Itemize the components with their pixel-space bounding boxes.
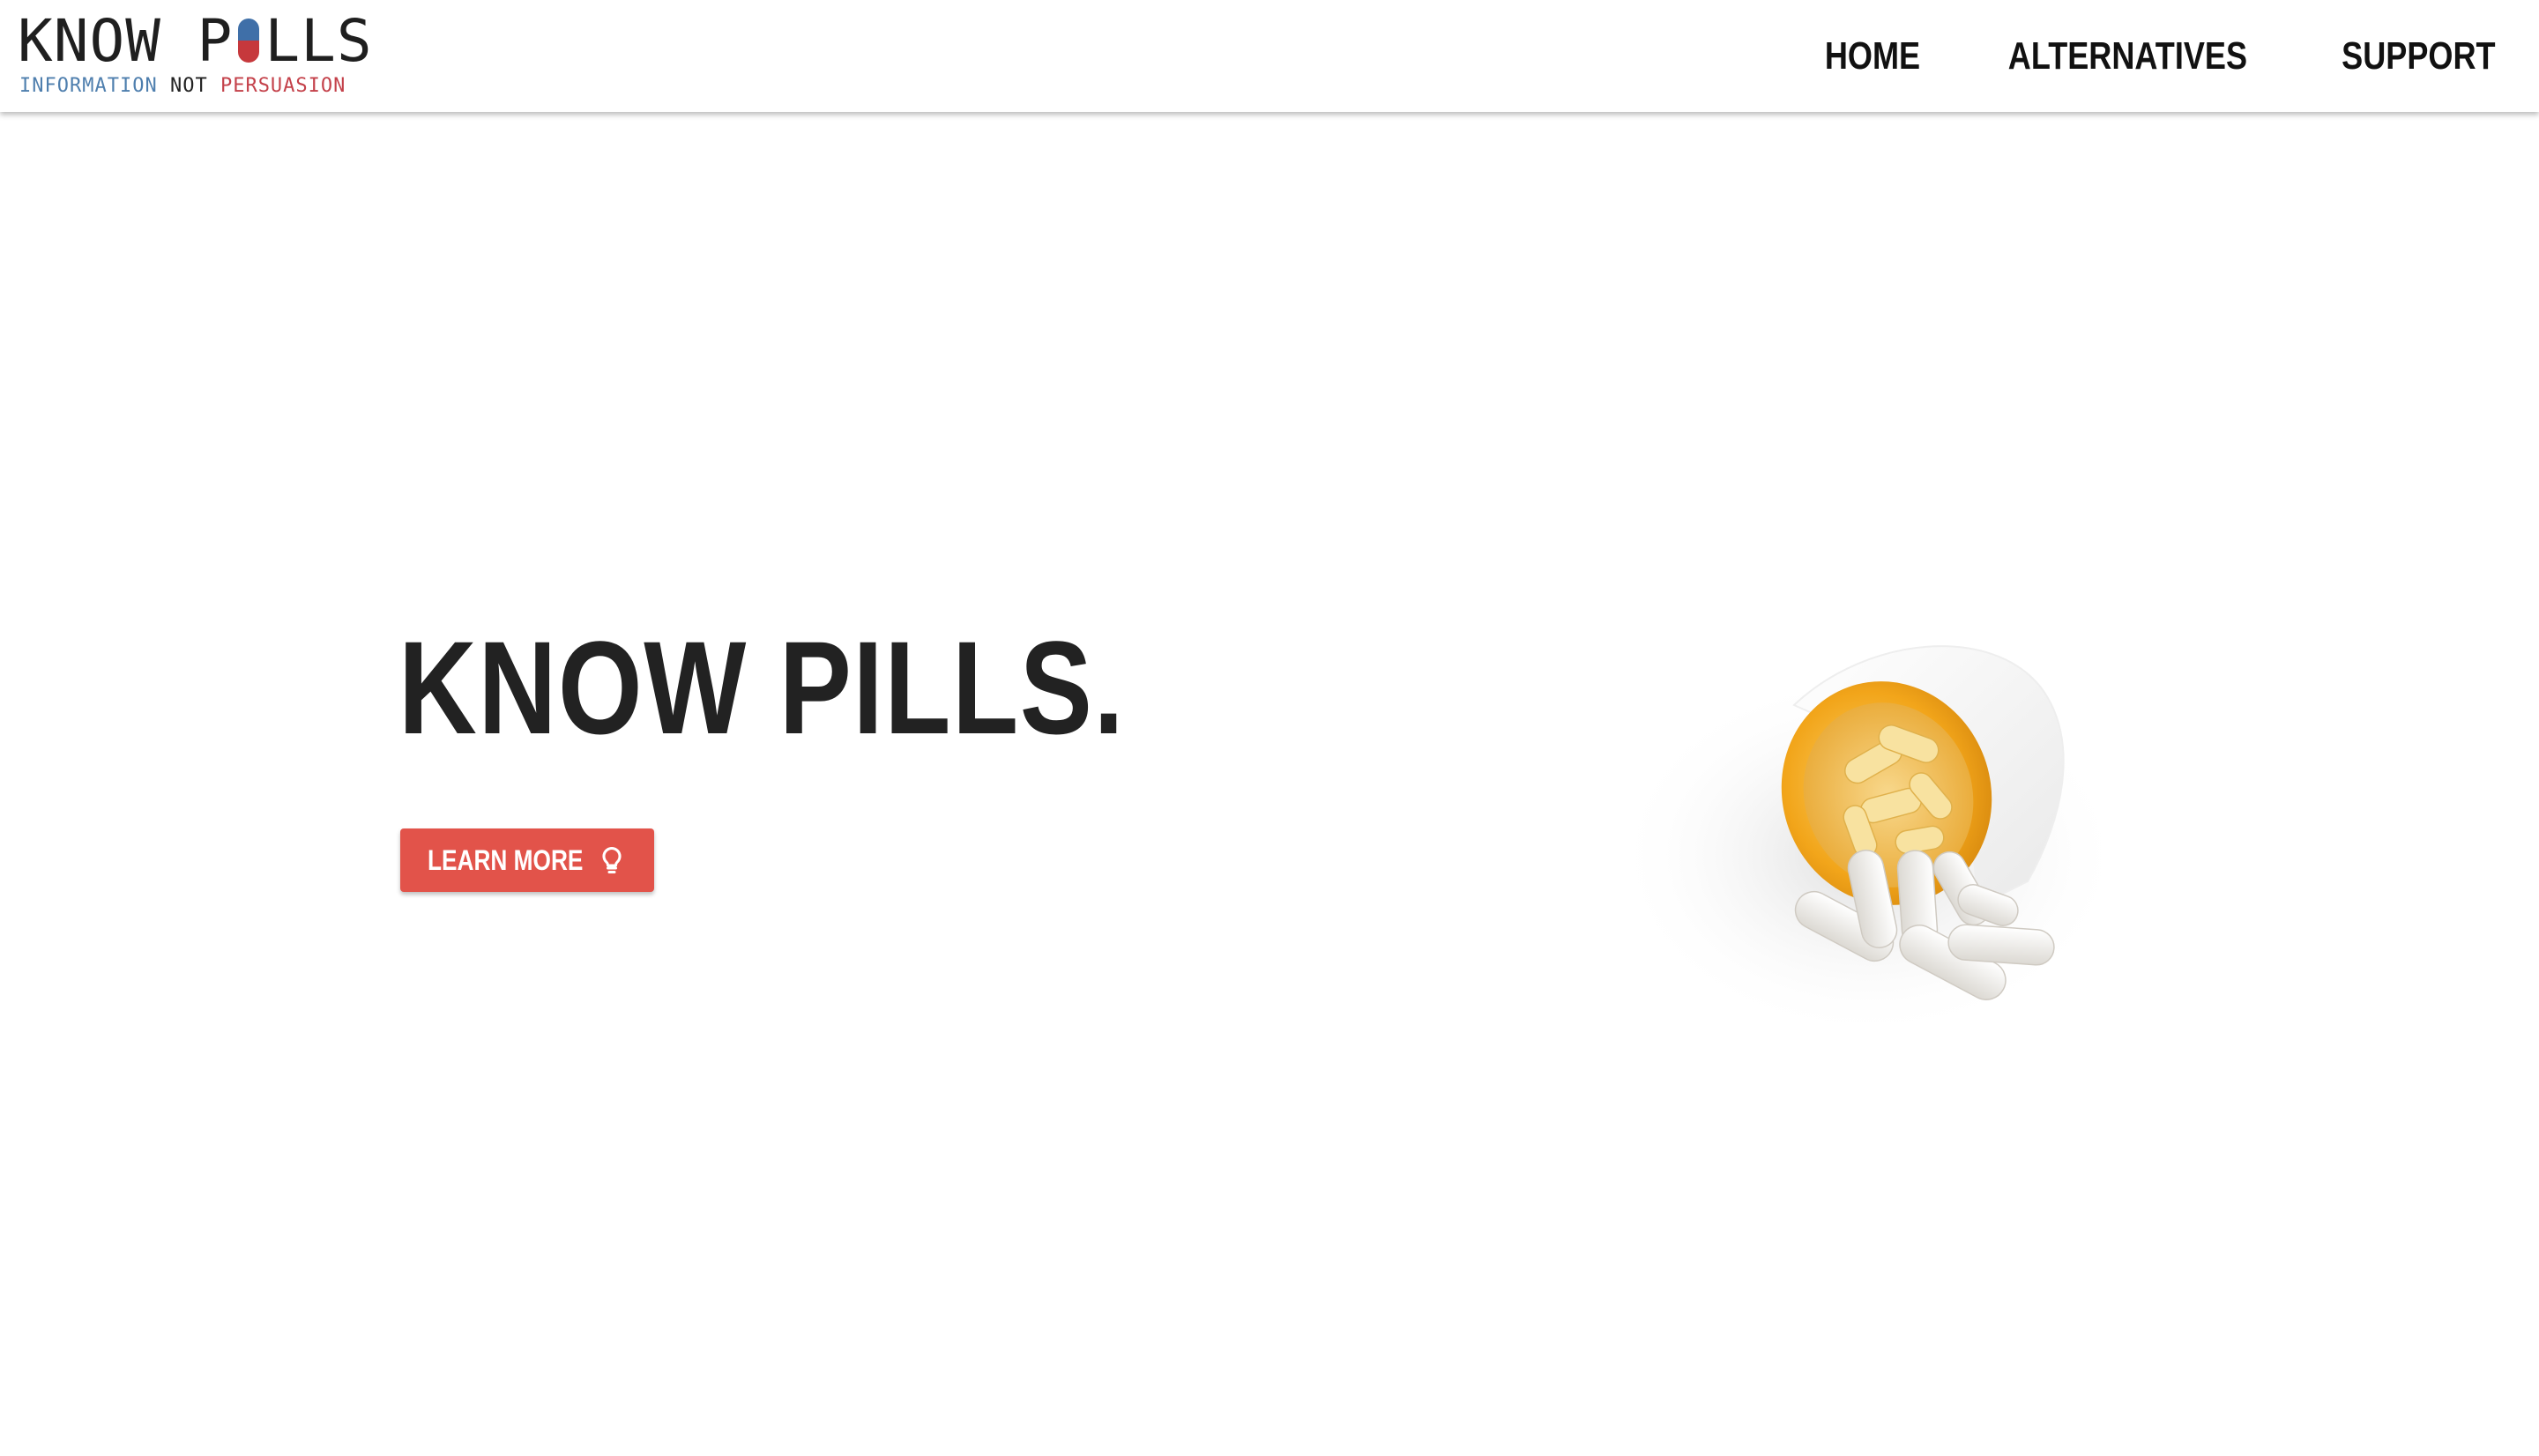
- logo-wordmark: KNOW P LLS: [18, 12, 373, 71]
- logo-tagline: INFORMATION NOT PERSUASION: [19, 76, 346, 97]
- tagline-not: NOT: [169, 75, 208, 97]
- hero-title: KNOW PILLS.: [398, 613, 1126, 761]
- site-header: KNOW P LLS INFORMATION NOT PERSUASION HOM…: [0, 0, 2539, 112]
- tagline-information: INFORMATION: [19, 75, 158, 97]
- lightbulb-icon: [602, 846, 622, 873]
- learn-more-button[interactable]: LEARN MORE: [400, 828, 654, 892]
- main-nav: HOME ALTERNATIVES SUPPORT: [1814, 30, 2513, 83]
- learn-more-label: LEARN MORE: [428, 844, 584, 876]
- nav-alternatives[interactable]: ALTERNATIVES: [2008, 30, 2247, 83]
- pill-i-icon: [238, 19, 260, 63]
- logo-title-left: KNOW P: [18, 7, 234, 75]
- pill-bottle-image: [1613, 645, 2125, 1040]
- nav-support[interactable]: SUPPORT: [2342, 30, 2495, 83]
- logo-title-right: LLS: [264, 7, 373, 75]
- nav-home[interactable]: HOME: [1825, 30, 1920, 83]
- tagline-persuasion: PERSUASION: [220, 75, 346, 97]
- site-logo[interactable]: KNOW P LLS INFORMATION NOT PERSUASION: [18, 12, 388, 97]
